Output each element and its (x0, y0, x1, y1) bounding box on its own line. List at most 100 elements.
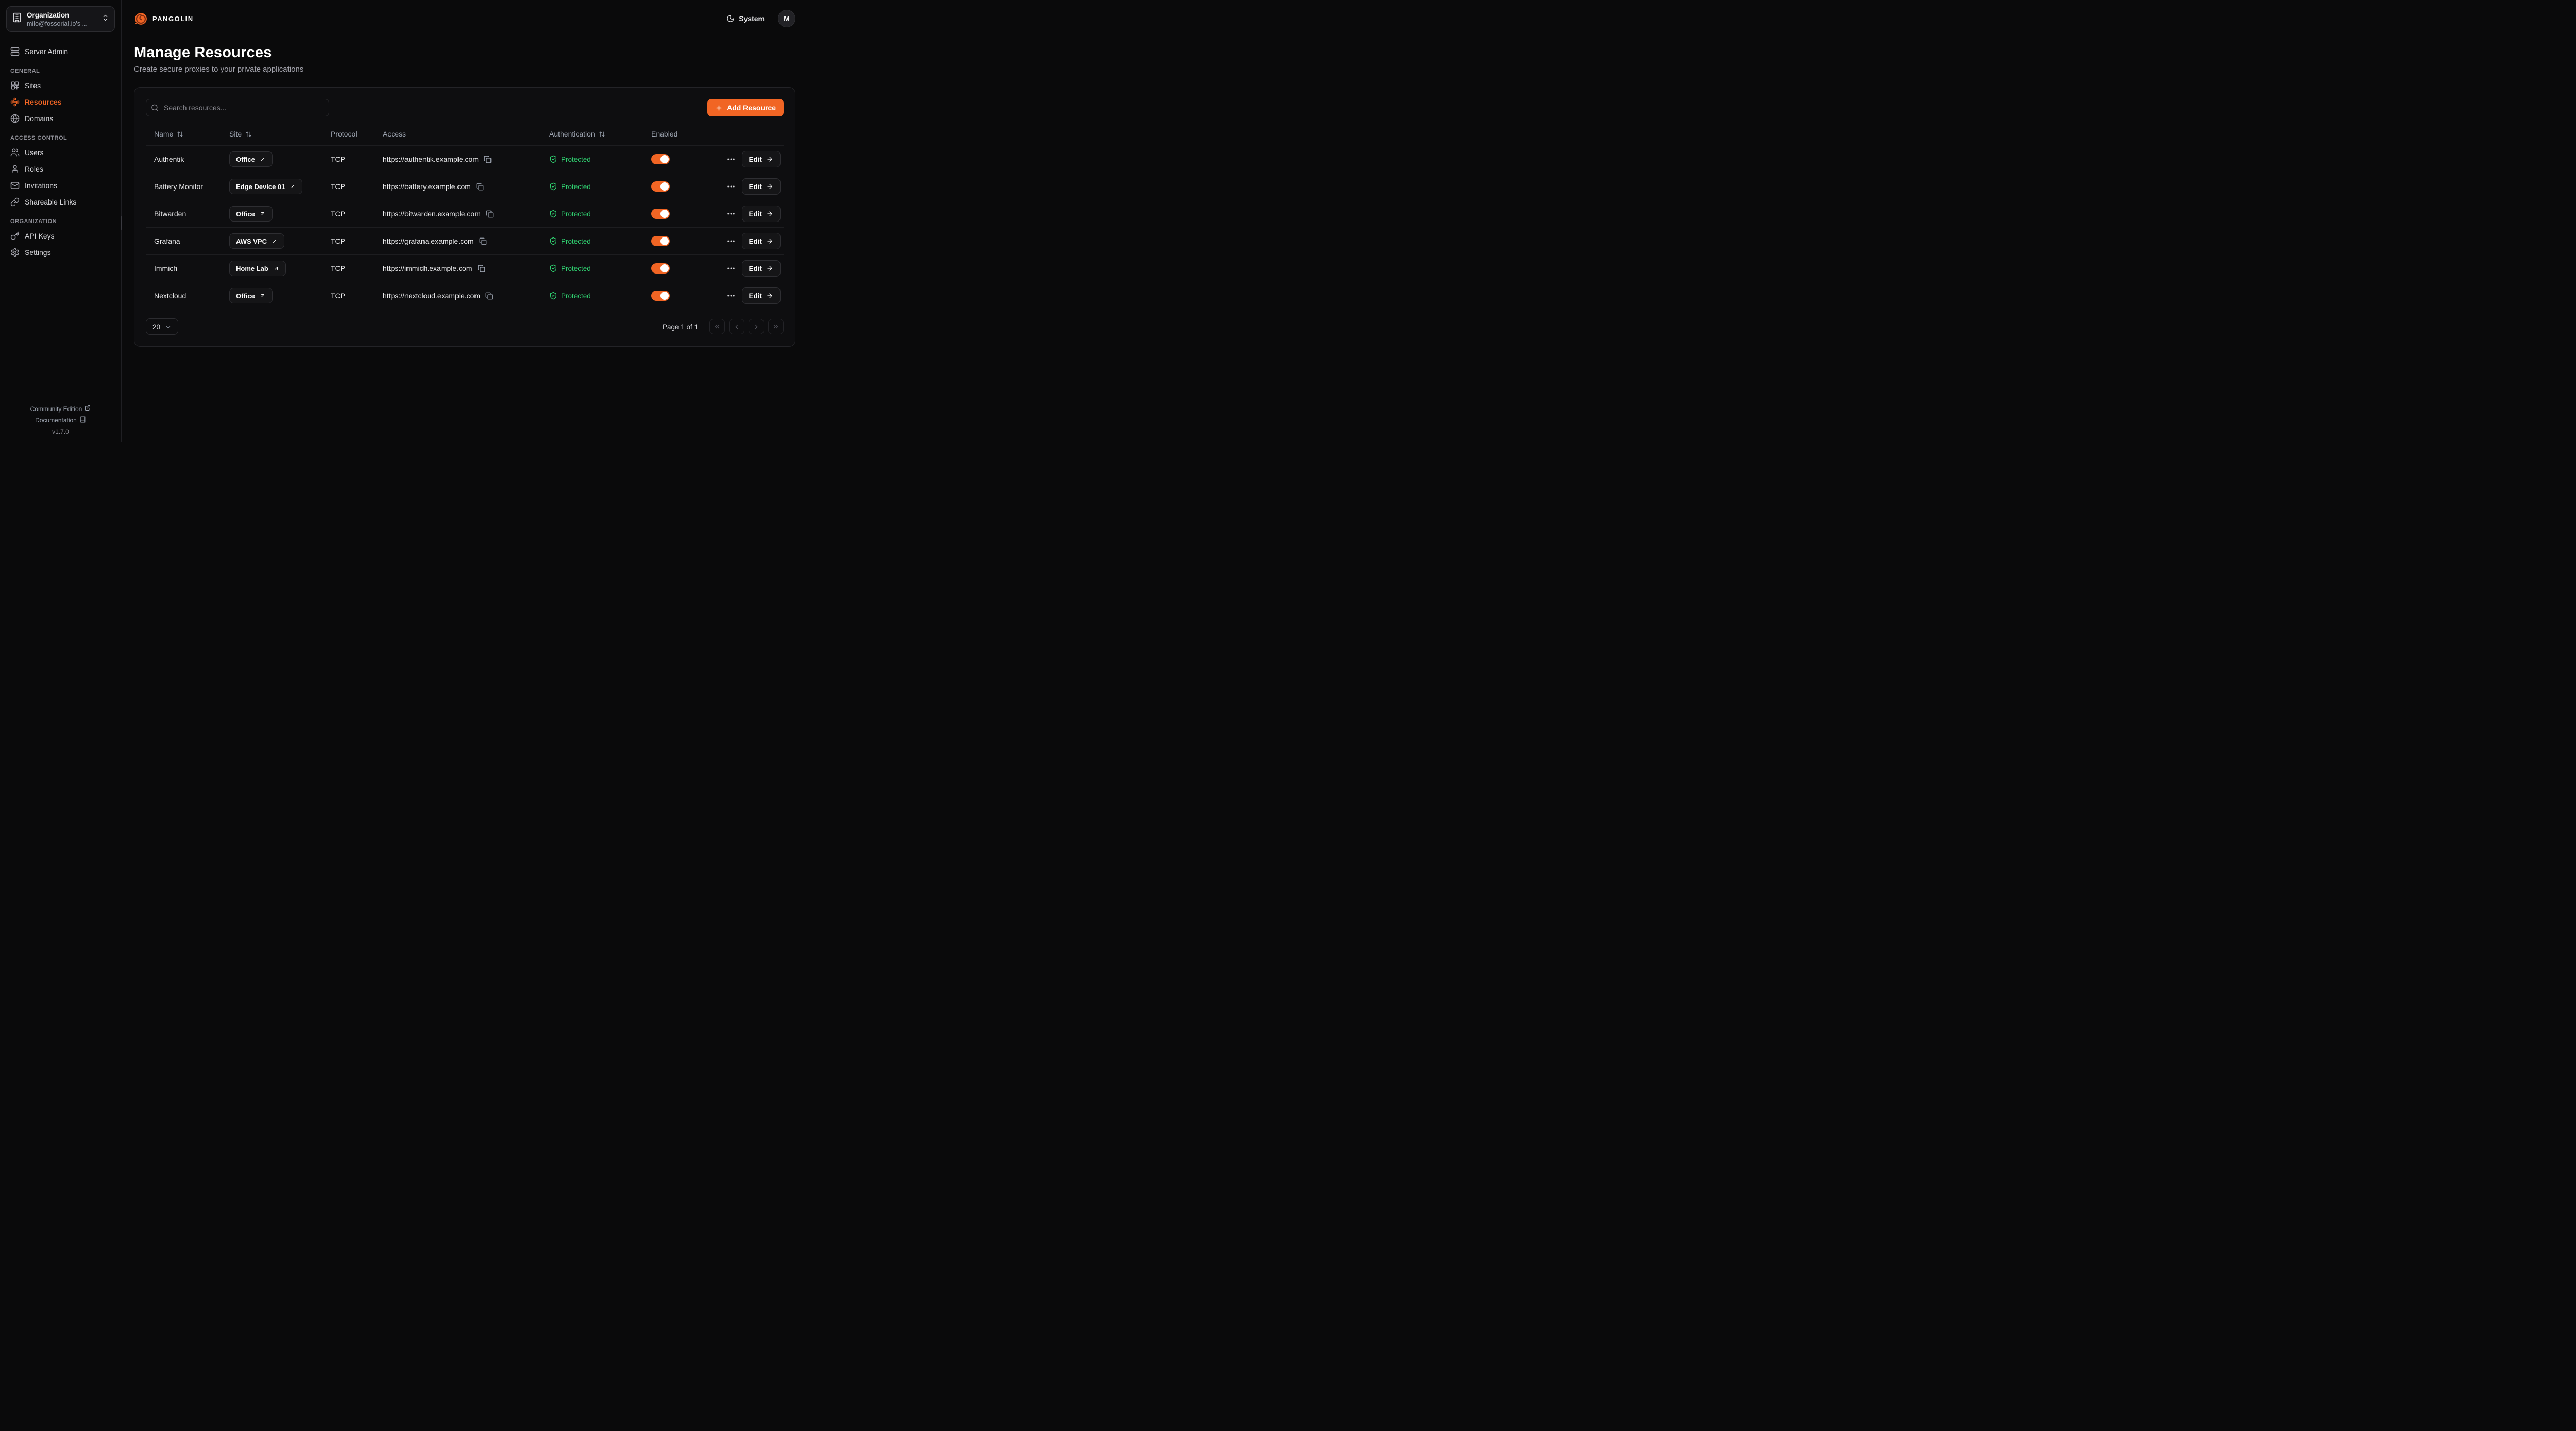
row-menu-button[interactable] (723, 151, 739, 167)
column-label: Name (154, 130, 173, 138)
copy-url-button[interactable] (483, 155, 493, 164)
site-link-button[interactable]: Home Lab (229, 261, 286, 276)
auth-status: Protected (541, 210, 643, 218)
copy-url-button[interactable] (485, 209, 495, 219)
copy-icon (478, 265, 485, 272)
copy-url-button[interactable] (477, 264, 486, 274)
page-title: Manage Resources (134, 44, 795, 61)
sidebar-item-server-admin[interactable]: Server Admin (6, 43, 115, 60)
column-header-authentication[interactable]: Authentication (541, 130, 643, 138)
first-page-button[interactable] (709, 319, 725, 334)
auth-label: Protected (561, 183, 591, 191)
resource-name: Battery Monitor (146, 182, 221, 191)
row-menu-button[interactable] (723, 233, 739, 249)
theme-toggle-button[interactable]: System (723, 14, 768, 23)
site-link-button[interactable]: Edge Device 01 (229, 179, 302, 194)
add-resource-label: Add Resource (727, 104, 776, 112)
page-size-select[interactable]: 20 (146, 318, 178, 335)
edit-button[interactable]: Edit (742, 260, 781, 277)
edit-button[interactable]: Edit (742, 287, 781, 304)
edit-button[interactable]: Edit (742, 178, 781, 195)
site-link-button[interactable]: AWS VPC (229, 233, 284, 249)
column-header-name[interactable]: Name (146, 130, 221, 138)
sidebar-resize-handle[interactable] (121, 216, 122, 230)
page-subtitle: Create secure proxies to your private ap… (134, 65, 795, 74)
copy-url-button[interactable] (478, 236, 488, 246)
auth-label: Protected (561, 292, 591, 300)
arrow-up-right-icon (260, 211, 266, 217)
protocol-value: TCP (323, 292, 375, 300)
sidebar-item-sites[interactable]: Sites (6, 77, 115, 94)
table-row: Grafana AWS VPC TCP https://grafana.exam… (146, 227, 784, 254)
sidebar-item-settings[interactable]: Settings (6, 244, 115, 261)
avatar[interactable]: M (778, 10, 795, 27)
site-link-button[interactable]: Office (229, 288, 273, 303)
toggle-knob (660, 237, 669, 245)
ellipsis-icon (726, 182, 736, 191)
chevrons-left-icon (714, 323, 721, 330)
community-edition-link[interactable]: Community Edition (30, 405, 91, 413)
access-url: https://immich.example.com (383, 264, 472, 272)
site-link-button[interactable]: Office (229, 151, 273, 167)
protocol-value: TCP (323, 182, 375, 191)
sidebar-item-shareable-links[interactable]: Shareable Links (6, 194, 115, 210)
edit-label: Edit (749, 292, 762, 300)
pangolin-logo-icon (134, 12, 148, 26)
site-name: Office (236, 292, 255, 300)
edit-label: Edit (749, 210, 762, 218)
column-header-protocol: Protocol (323, 130, 375, 138)
toggle-knob (660, 292, 669, 300)
auth-label: Protected (561, 156, 591, 163)
sidebar: Organization milo@fossorial.io's ... Ser… (0, 0, 122, 442)
auth-label: Protected (561, 237, 591, 245)
sidebar-item-invitations[interactable]: Invitations (6, 177, 115, 194)
previous-page-button[interactable] (729, 319, 744, 334)
sidebar-item-roles[interactable]: Roles (6, 161, 115, 177)
org-selector[interactable]: Organization milo@fossorial.io's ... (6, 6, 115, 32)
plus-icon (715, 104, 723, 112)
row-menu-button[interactable] (723, 179, 739, 194)
enabled-toggle[interactable] (651, 181, 670, 192)
last-page-button[interactable] (768, 319, 784, 334)
sidebar-item-users[interactable]: Users (6, 144, 115, 161)
documentation-link[interactable]: Documentation (35, 416, 86, 424)
sidebar-section-label: ORGANIZATION (10, 218, 111, 225)
ellipsis-icon (726, 209, 736, 218)
edit-button[interactable]: Edit (742, 151, 781, 167)
ellipsis-icon (726, 155, 736, 164)
copy-icon (486, 210, 494, 218)
enabled-toggle[interactable] (651, 154, 670, 164)
site-link-button[interactable]: Office (229, 206, 273, 222)
enabled-toggle[interactable] (651, 263, 670, 274)
auth-label: Protected (561, 210, 591, 218)
next-page-button[interactable] (749, 319, 764, 334)
page-indicator: Page 1 of 1 (663, 323, 698, 331)
enabled-toggle[interactable] (651, 209, 670, 219)
shield-check-icon (549, 264, 557, 272)
site-name: AWS VPC (236, 237, 267, 245)
sidebar-item-resources[interactable]: Resources (6, 94, 115, 110)
table-row: Battery Monitor Edge Device 01 TCP https… (146, 173, 784, 200)
link-icon (10, 197, 20, 207)
settings-icon (10, 248, 20, 257)
copy-url-button[interactable] (475, 182, 485, 192)
edit-label: Edit (749, 265, 762, 272)
column-label: Authentication (549, 130, 595, 138)
add-resource-button[interactable]: Add Resource (707, 99, 784, 116)
edit-button[interactable]: Edit (742, 206, 781, 222)
row-menu-button[interactable] (723, 288, 739, 303)
access-url: https://nextcloud.example.com (383, 292, 480, 300)
row-menu-button[interactable] (723, 261, 739, 276)
copy-url-button[interactable] (484, 291, 494, 301)
sidebar-item-api-keys[interactable]: API Keys (6, 228, 115, 244)
enabled-toggle[interactable] (651, 236, 670, 246)
search-input[interactable] (146, 99, 329, 116)
arrow-right-icon (766, 210, 773, 217)
edit-button[interactable]: Edit (742, 233, 781, 249)
brand-name: PANGOLIN (152, 15, 194, 23)
row-menu-button[interactable] (723, 206, 739, 222)
column-header-site[interactable]: Site (221, 130, 323, 138)
sidebar-item-domains[interactable]: Domains (6, 110, 115, 127)
access-url: https://authentik.example.com (383, 155, 479, 163)
enabled-toggle[interactable] (651, 291, 670, 301)
